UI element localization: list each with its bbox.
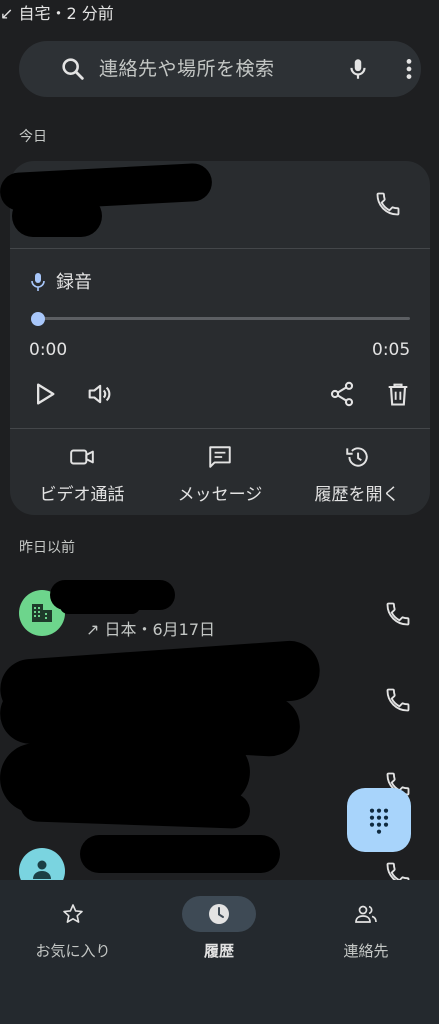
divider [10, 428, 430, 429]
search-input[interactable]: 連絡先や場所を検索 [99, 41, 275, 97]
elapsed-time: 0:00 [29, 340, 68, 360]
dialpad-icon [369, 808, 389, 834]
call-button[interactable] [384, 686, 412, 714]
redacted-name [80, 835, 280, 873]
divider [10, 248, 430, 249]
total-duration: 0:05 [372, 340, 411, 360]
nav-contacts-label: 連絡先 [343, 942, 389, 960]
recording-label: 録音 [56, 272, 92, 293]
play-icon[interactable] [30, 380, 58, 408]
business-icon [32, 604, 52, 622]
clock-icon [209, 904, 229, 924]
message-label: メッセージ [177, 485, 263, 505]
redacted-row [19, 785, 251, 830]
redacted-name-2 [60, 598, 140, 614]
nav-favorites-label: お気に入り [35, 942, 111, 960]
playback-track[interactable] [36, 317, 410, 320]
person-icon [33, 860, 51, 879]
dialpad-button[interactable] [347, 788, 411, 852]
share-icon[interactable] [328, 380, 356, 408]
more-options-icon[interactable] [400, 56, 418, 82]
video-icon [70, 449, 94, 465]
speaker-icon[interactable] [85, 380, 113, 408]
call-button[interactable] [374, 190, 402, 218]
call-meta: ↗ 日本・6月17日 [86, 620, 216, 639]
nav-favorites[interactable]: お気に入り [0, 896, 146, 961]
search-bar[interactable]: 連絡先や場所を検索 [19, 41, 421, 97]
message-icon [209, 446, 231, 468]
nav-history[interactable]: 履歴 [146, 896, 292, 961]
video-call-label: ビデオ通話 [39, 485, 125, 505]
open-history-label: 履歴を開く [314, 485, 400, 505]
call-button[interactable] [384, 600, 412, 628]
star-icon [63, 904, 83, 923]
nav-history-label: 履歴 [203, 942, 234, 960]
call-meta: ↙ 自宅・2 分前 [0, 4, 114, 23]
video-call-button[interactable]: ビデオ通話 [12, 444, 152, 505]
playback-thumb[interactable] [31, 312, 45, 326]
search-icon [62, 58, 84, 80]
section-earlier: 昨日以前 [19, 540, 75, 556]
contacts-icon [355, 905, 377, 923]
section-today: 今日 [19, 129, 47, 145]
delete-icon[interactable] [384, 380, 412, 408]
mic-icon[interactable] [345, 55, 371, 83]
open-history-button[interactable]: 履歴を開く [287, 444, 427, 505]
message-button[interactable]: メッセージ [150, 444, 290, 505]
bottom-nav: お気に入り 履歴 連絡先 [0, 880, 439, 1024]
redacted-name-2 [12, 195, 102, 237]
history-icon [346, 447, 368, 467]
recording-mic-icon [31, 273, 45, 291]
nav-contacts[interactable]: 連絡先 [293, 896, 439, 961]
